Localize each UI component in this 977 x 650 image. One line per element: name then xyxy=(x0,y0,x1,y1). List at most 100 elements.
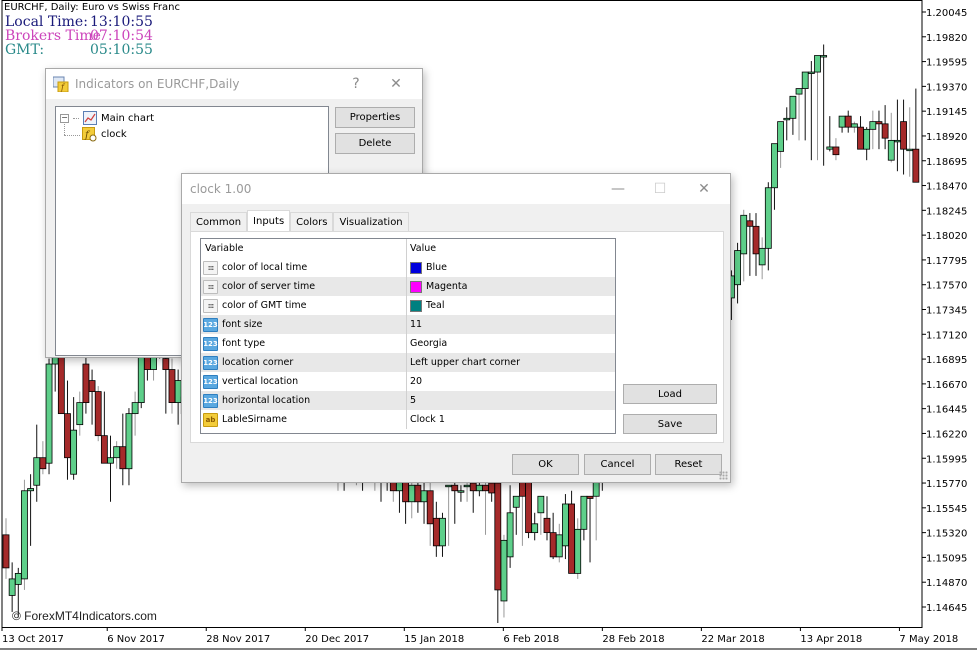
candle-bear xyxy=(94,391,102,437)
table-row[interactable]: 123 vertical location 20 xyxy=(201,372,615,391)
table-row[interactable]: ::: color of local time Blue xyxy=(201,258,615,277)
tree-label-clock: clock xyxy=(101,129,127,140)
candle-bull xyxy=(764,187,772,249)
candle-bull xyxy=(45,363,53,464)
candle-bull xyxy=(70,429,78,475)
candle-bull xyxy=(512,495,520,508)
y-tick-label: 1.15995 xyxy=(926,454,967,465)
candle-bull xyxy=(838,115,846,128)
properties-titlebar[interactable]: clock 1.00 — ☐ ✕ xyxy=(182,174,730,204)
param-name: font size xyxy=(222,319,263,330)
close-button[interactable]: ✕ xyxy=(376,69,416,99)
candle-bear xyxy=(414,484,422,503)
clock-gmt-line: GMT: 05:10:55 xyxy=(5,43,153,58)
table-row[interactable]: ::: color of GMT time Teal xyxy=(201,296,615,315)
param-value-cell[interactable]: 5 xyxy=(407,391,615,410)
indicators-window-title: Indicators on EURCHF,Daily xyxy=(75,77,240,91)
param-value-cell[interactable]: Blue xyxy=(407,258,615,277)
properties-button[interactable]: Properties xyxy=(335,107,415,128)
tree-connector-horizontal xyxy=(64,135,80,136)
number-type-icon: 123 xyxy=(203,374,218,389)
candle-bear xyxy=(119,446,127,470)
tab-common[interactable]: Common xyxy=(190,212,248,232)
cancel-button[interactable]: Cancel xyxy=(584,454,651,475)
tree-item-main-chart[interactable]: − Main chart xyxy=(60,111,154,125)
candle-bull xyxy=(783,117,791,121)
candle-bull xyxy=(131,402,139,415)
table-row[interactable]: 123 location corner Left upper chart corne… xyxy=(201,353,615,372)
minimize-button[interactable]: — xyxy=(598,174,638,204)
candle-bear xyxy=(832,146,840,156)
y-tick-label: 1.17345 xyxy=(926,306,967,317)
x-tick-label: 6 Feb 2018 xyxy=(503,634,559,645)
tab-colors[interactable]: Colors xyxy=(290,212,334,232)
table-header: Variable Value xyxy=(201,239,615,258)
save-button[interactable]: Save xyxy=(623,414,717,434)
param-value: 5 xyxy=(410,395,417,406)
candle-bull xyxy=(863,128,871,150)
param-value-cell[interactable]: Clock 1 xyxy=(407,410,615,429)
candle-bear xyxy=(451,484,459,492)
param-value-cell[interactable]: 20 xyxy=(407,372,615,391)
param-value-cell[interactable]: 11 xyxy=(407,315,615,334)
candle-bull xyxy=(408,484,416,503)
y-tick-label: 1.18470 xyxy=(926,182,967,193)
param-name: font type xyxy=(222,338,266,349)
param-variable-cell: ::: color of server time xyxy=(201,277,407,296)
reset-button[interactable]: Reset xyxy=(655,454,722,475)
properties-window-title: clock 1.00 xyxy=(190,182,252,196)
enum-type-icon: ::: xyxy=(203,260,218,275)
tab-strip: Common Inputs Colors Visualization xyxy=(190,210,409,232)
y-tick-label: 1.20045 xyxy=(926,8,967,19)
table-row[interactable]: 123 horizontal location 5 xyxy=(201,391,615,410)
table-row[interactable]: 123 font size 11 xyxy=(201,315,615,334)
tree-label-main-chart: Main chart xyxy=(101,112,155,124)
delete-button[interactable]: Delete xyxy=(335,133,415,154)
mt4-terminal: 1.20045 1.19820 1.19595 1.19370 1.19145 1.189… xyxy=(0,0,977,650)
candle-bear xyxy=(162,358,170,370)
y-tick-label: 1.17570 xyxy=(926,281,967,292)
y-tick-label: 1.19370 xyxy=(926,82,967,93)
indicators-titlebar[interactable]: f Indicators on EURCHF,Daily ? ✕ xyxy=(46,69,422,99)
candle-bear xyxy=(494,482,502,591)
tab-visualization[interactable]: Visualization xyxy=(333,212,409,232)
table-row[interactable]: ab LableSirname Clock 1 xyxy=(201,410,615,429)
x-tick-label: 22 Mar 2018 xyxy=(701,634,764,645)
ok-button[interactable]: OK xyxy=(512,454,579,475)
candle-bull xyxy=(475,484,483,492)
param-value-cell[interactable]: Left upper chart corner xyxy=(407,353,615,372)
resize-grip[interactable] xyxy=(719,471,728,480)
close-button[interactable]: ✕ xyxy=(684,174,724,204)
candle-bear xyxy=(752,225,760,255)
help-button[interactable]: ? xyxy=(336,69,376,99)
tree-item-clock[interactable]: f clock xyxy=(82,127,127,142)
param-variable-cell: 123 vertical location xyxy=(201,372,407,391)
maximize-button[interactable]: ☐ xyxy=(640,174,680,204)
candle-bear xyxy=(39,457,47,470)
param-name: location corner xyxy=(222,357,294,368)
tab-inputs[interactable]: Inputs xyxy=(247,210,291,232)
candle-bear xyxy=(543,517,551,534)
param-value: Georgia xyxy=(410,338,448,349)
candle-bear xyxy=(488,482,496,494)
param-value-cell[interactable]: Georgia xyxy=(407,334,615,353)
color-swatch xyxy=(410,261,422,274)
header-variable: Variable xyxy=(201,239,407,258)
load-button[interactable]: Load xyxy=(623,384,717,404)
x-tick-label: 6 Nov 2017 xyxy=(107,634,165,645)
candle-bull xyxy=(789,95,797,119)
param-value-cell[interactable]: Magenta xyxy=(407,277,615,296)
candle-bull xyxy=(76,402,84,426)
param-name: color of server time xyxy=(222,281,316,292)
candle-bear xyxy=(549,532,557,558)
y-tick-label: 1.19595 xyxy=(926,58,967,69)
table-row[interactable]: 123 font type Georgia xyxy=(201,334,615,353)
y-tick-label: 1.15545 xyxy=(926,504,967,515)
clock-gmt-value: 05:10:55 xyxy=(90,42,153,58)
param-name: horizontal location xyxy=(222,395,311,406)
y-tick-label: 1.18245 xyxy=(926,206,967,217)
param-value-cell[interactable]: Teal xyxy=(407,296,615,315)
y-tick-label: 1.16220 xyxy=(926,429,967,440)
color-swatch xyxy=(410,299,422,312)
table-row[interactable]: ::: color of server time Magenta xyxy=(201,277,615,296)
